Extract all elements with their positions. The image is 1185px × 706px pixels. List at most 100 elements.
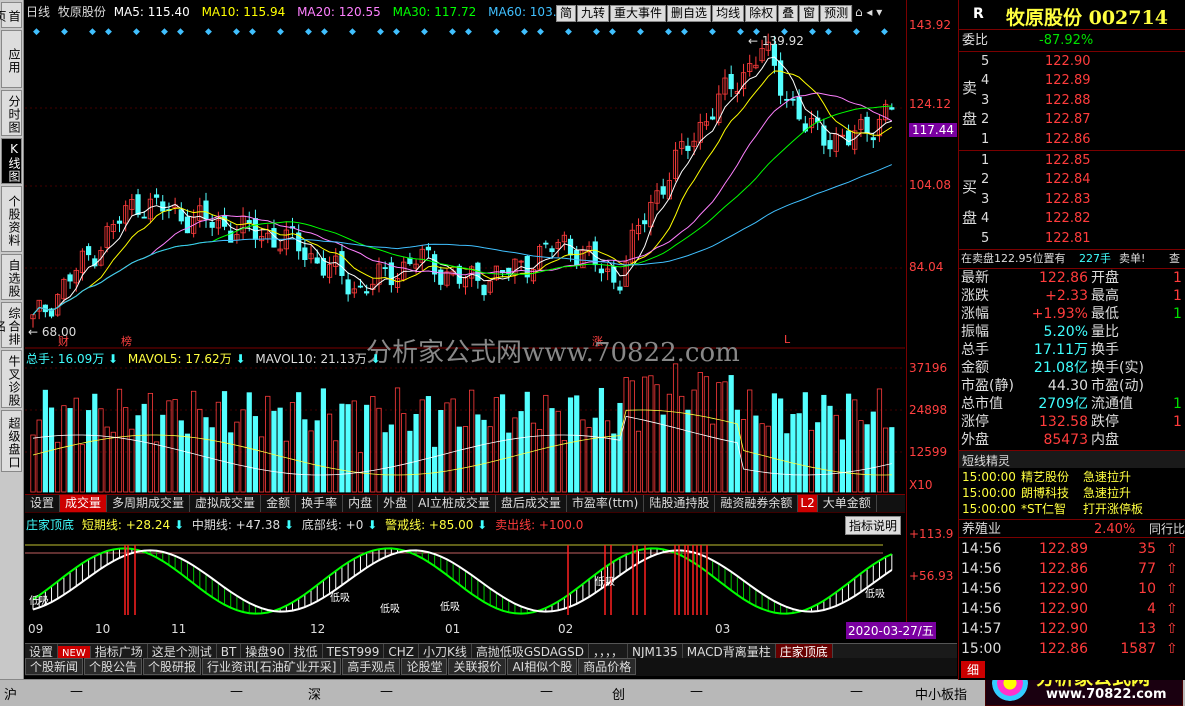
stat-label2: 跌停	[1091, 414, 1119, 430]
volume-bar	[308, 430, 314, 493]
indicator-tab[interactable]: 成交量	[60, 495, 108, 512]
bid-row[interactable]: 1 122.85	[959, 151, 1185, 170]
info-tab[interactable]: 关联报价	[448, 658, 507, 675]
indicator-tab[interactable]: 大单金额	[818, 495, 877, 512]
signal-diamond: ◆	[521, 27, 528, 37]
signal-diamond: ◆	[105, 27, 112, 37]
stat-label: 涨幅	[961, 306, 989, 322]
elf-item[interactable]: 15:00:00 精艺股份 急速拉升	[959, 469, 1185, 485]
signal-diamond: ◆	[61, 27, 68, 37]
candle-body	[184, 216, 191, 234]
indicator-tab[interactable]: 外盘	[378, 495, 414, 512]
event-marker[interactable]: 财	[58, 333, 69, 349]
ask-row[interactable]: 2 122.87	[959, 110, 1185, 129]
volume-bar	[345, 404, 351, 493]
up-arrow-icon: ⇧	[1166, 601, 1178, 617]
osc-name: 庄家顶底	[26, 518, 75, 532]
bid-row[interactable]: 4 122.82	[959, 209, 1185, 228]
left-tab[interactable]: 分时图	[1, 90, 22, 136]
left-tab[interactable]: 综合排名	[0, 302, 22, 348]
bid-row[interactable]: 3 122.83	[959, 190, 1185, 209]
r-icon[interactable]: R	[973, 6, 984, 22]
indicator-tab[interactable]: 虚拟成交量	[190, 495, 262, 512]
left-tab[interactable]: 首页	[0, 2, 22, 28]
volume-bar	[778, 398, 784, 493]
event-marker[interactable]: 榜	[121, 333, 132, 349]
volume-bar	[487, 426, 493, 493]
info-tab[interactable]: 行业资讯[石油矿业开采]	[202, 658, 342, 675]
tick-price: 122.90	[1039, 581, 1088, 597]
info-tab[interactable]: AI相似个股	[507, 658, 578, 675]
ask-row[interactable]: 3 122.88	[959, 91, 1185, 110]
elf-header: 短线精灵	[959, 450, 1185, 468]
indicator-tab[interactable]: 融资融券余额	[715, 495, 799, 512]
left-tab[interactable]: K线图	[1, 138, 22, 184]
indicator-tab[interactable]: 内盘	[343, 495, 379, 512]
candle-body	[178, 209, 184, 222]
ask-row[interactable]: 1 122.86	[959, 130, 1185, 149]
event-marker[interactable]: L	[784, 333, 790, 346]
left-tab[interactable]: 应用	[1, 30, 22, 88]
toolbar-button[interactable]: 预测	[820, 5, 853, 22]
detail-tab[interactable]: 细	[961, 661, 986, 678]
info-tab[interactable]: 高手观点	[342, 658, 401, 675]
bid-row[interactable]: 2 122.84	[959, 170, 1185, 189]
indicator-tab[interactable]: 市盈率(ttm)	[567, 495, 645, 512]
info-tab[interactable]: 论股堂	[401, 658, 448, 675]
signal-diamond: ◆	[825, 27, 832, 37]
sh-value: —	[230, 684, 243, 699]
indicator-explain-button[interactable]: 指标说明	[845, 516, 902, 535]
indicator-tab[interactable]: AI立桩成交量	[413, 495, 496, 512]
bid-level: 2	[981, 172, 990, 188]
info-tab[interactable]: 个股新闻	[25, 658, 84, 675]
order-notice[interactable]: 在卖盘122.95位置有 227手 卖单! 查	[959, 249, 1185, 268]
volume-bar	[506, 432, 512, 493]
tick-volume: 35	[1138, 541, 1156, 557]
volume-bar	[116, 388, 123, 493]
left-tab[interactable]: 个股资料	[1, 186, 22, 252]
volume-bar	[394, 387, 401, 493]
vol-unit: X10	[909, 478, 933, 492]
left-tab[interactable]: 超级盘口	[1, 410, 22, 472]
industry-compare[interactable]: 同行比	[1149, 520, 1185, 539]
indicator-tab[interactable]: L2	[798, 495, 818, 512]
date-tick: 11	[171, 622, 187, 636]
ask-row[interactable]: 5 122.90	[959, 52, 1185, 71]
indicator-tab[interactable]: 陆股通持股	[644, 495, 716, 512]
toolbar-button[interactable]: 叠	[778, 5, 799, 22]
info-tab[interactable]: 商品价格	[578, 658, 637, 675]
volume-bar	[623, 377, 629, 493]
indicator-tab[interactable]: 金额	[261, 495, 297, 512]
sz-index-label[interactable]: 深	[308, 684, 321, 703]
elf-item[interactable]: 15:00:00 朗博科技 急速拉升	[959, 485, 1185, 501]
sh-index-label[interactable]: 沪	[4, 684, 17, 703]
stat-label2: 开盘	[1091, 270, 1119, 286]
toolbar-button[interactable]: 简	[556, 5, 577, 22]
indicator-tab[interactable]: 盘后成交量	[496, 495, 567, 512]
volume-bar	[586, 427, 592, 493]
toolbar-button[interactable]: 九转	[577, 5, 610, 22]
toolbar-button[interactable]: 窗	[799, 5, 820, 22]
sme-index-label[interactable]: 中小板指	[915, 684, 967, 703]
info-tab[interactable]: 个股公告	[84, 658, 143, 675]
indicator-tab[interactable]: 多周期成交量	[107, 495, 191, 512]
toolbar-button[interactable]: 均线	[712, 5, 745, 22]
ask-row[interactable]: 4 122.89	[959, 71, 1185, 90]
info-tab[interactable]: 个股研报	[143, 658, 202, 675]
elf-item[interactable]: 15:00:00 *ST仁智 打开涨停板	[959, 501, 1185, 517]
stat-row: 涨幅 +1.93% 最低 1	[959, 305, 1185, 323]
left-tab[interactable]: 自选股	[1, 254, 22, 300]
notice-check[interactable]: 查	[1169, 249, 1180, 268]
bid-row[interactable]: 5 122.81	[959, 229, 1185, 248]
toolbar-button[interactable]: 重大事件	[610, 5, 667, 22]
indicator-tab[interactable]: 设置	[25, 495, 61, 512]
industry-row[interactable]: 养殖业 2.40% 同行比	[959, 519, 1185, 538]
toolbar-button[interactable]: 删自选	[667, 5, 712, 22]
left-tab[interactable]: 牛叉诊股	[1, 350, 22, 408]
elf-signal: 打开涨停板	[1083, 502, 1144, 516]
cy-index-label[interactable]: 创	[612, 684, 625, 703]
indicator-tab[interactable]: 换手率	[296, 495, 344, 512]
kline-chart-area[interactable]: ◆ ◆ ◆ ◆ ◆ ◆ ◆ ◆ ◆ ◆ ◆ ◆ ◆ ◆ ◆ ◆ ◆ ◆ ◆ ◆ ◆ ◆ ◆ ◆ ◆ ◆ ◆ ◆ ◆ ◆ ◆ ◆ ◆ ◆ ◆ ◆低吸 低吸…	[25, 0, 905, 640]
osc-legend: 庄家顶底 短期线: +28.24 ⬇ 中期线: +47.38 ⬇ 底部线: +0…	[26, 518, 584, 532]
toolbar-button[interactable]: 除权	[745, 5, 778, 22]
